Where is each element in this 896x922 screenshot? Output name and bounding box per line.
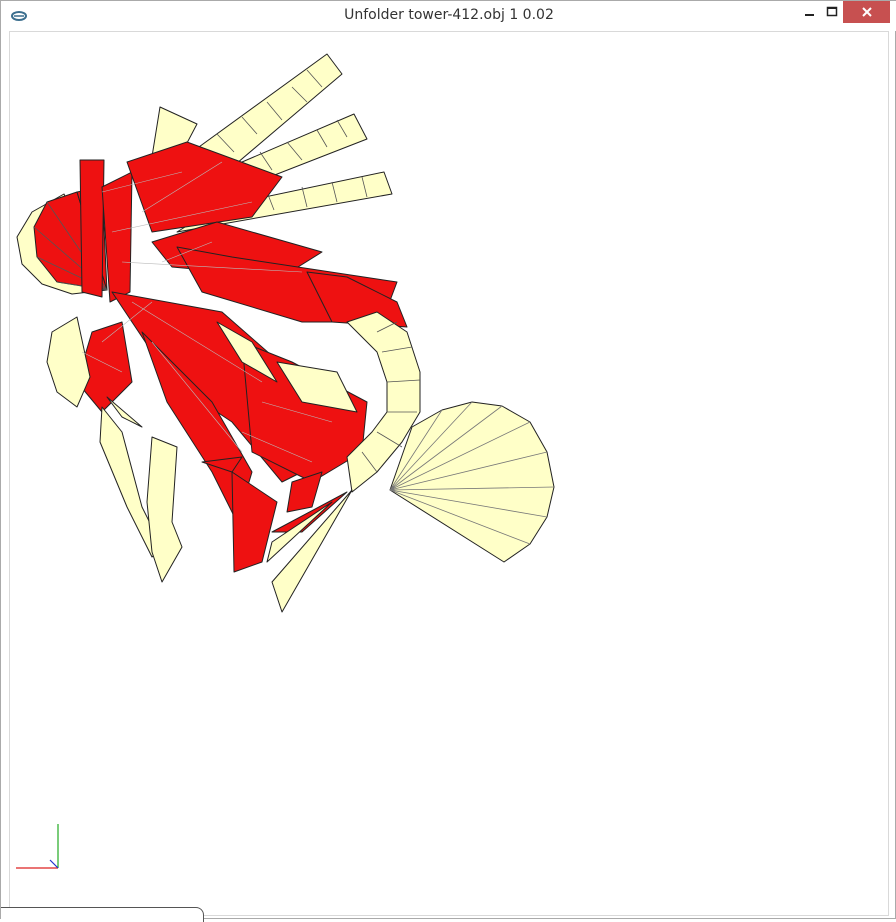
cream-lower-center xyxy=(266,489,353,613)
app-window: Unfolder tower-412.obj 1 0.02 xyxy=(0,0,896,922)
z-axis xyxy=(49,859,59,869)
minimize-icon xyxy=(805,14,814,16)
right-fan xyxy=(389,401,555,563)
maximize-icon xyxy=(826,6,838,17)
axis-gizmo xyxy=(16,824,59,869)
minimize-button[interactable] xyxy=(797,1,823,23)
title-bar[interactable]: Unfolder tower-412.obj 1 0.02 xyxy=(1,1,896,31)
render-viewport[interactable] xyxy=(9,31,889,916)
window-title: Unfolder tower-412.obj 1 0.02 xyxy=(344,7,554,23)
close-button[interactable] xyxy=(843,1,890,23)
unfolded-mesh-canvas[interactable] xyxy=(10,32,889,916)
bottom-tab[interactable] xyxy=(1,907,204,922)
maximize-button[interactable] xyxy=(823,1,841,23)
close-icon xyxy=(861,7,872,17)
